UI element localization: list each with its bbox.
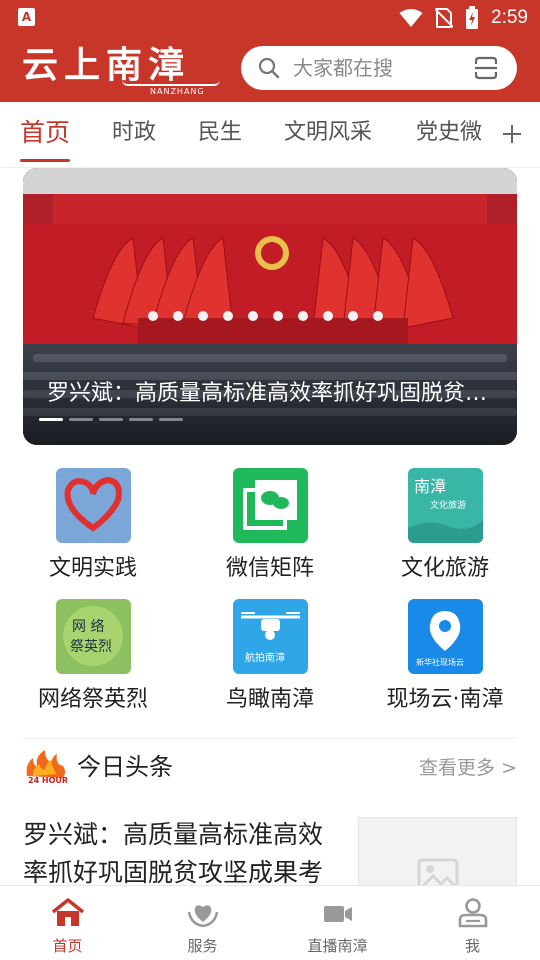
nav-label: 直播南漳 xyxy=(307,937,368,955)
search-bar[interactable]: 大家都在搜 xyxy=(241,46,517,90)
logo-subtitle: NANZHANG xyxy=(150,87,205,96)
shortcut-label: 网络祭英烈 xyxy=(37,687,148,712)
shortcut-civilization-practice[interactable]: 文明实践 xyxy=(8,468,178,588)
tab-politics[interactable]: 时政 xyxy=(112,116,156,150)
news-list-item[interactable]: 罗兴斌：高质量高标准高效率抓好巩固脱贫攻坚成果考核迎检工作 xyxy=(23,816,517,888)
carousel-dot xyxy=(99,418,123,421)
app-header: 云上南漳 NANZHANG 大家都在搜 xyxy=(0,36,540,102)
banner-carousel[interactable]: 罗兴斌：高质量高标准高效率抓好巩固脱贫攻坚成果考核迎检工作 xyxy=(23,168,517,445)
svg-text:新华社现场云: 新华社现场云 xyxy=(416,657,464,667)
person-icon xyxy=(458,898,488,928)
search-placeholder: 大家都在搜 xyxy=(293,56,393,80)
tab-livelihood[interactable]: 民生 xyxy=(198,116,242,150)
carousel-dot xyxy=(159,418,183,421)
shortcut-label: 鸟瞰南漳 xyxy=(225,687,314,712)
nav-live[interactable]: 直播南漳 xyxy=(270,886,405,960)
online-memorial-icon: 网 络祭英烈 xyxy=(56,599,131,674)
no-sim-icon xyxy=(435,8,454,28)
svg-text:24 HOUR: 24 HOUR xyxy=(28,776,67,784)
status-icons: 2:59 xyxy=(399,6,528,30)
svg-text:祭英烈: 祭英烈 xyxy=(70,638,112,655)
search-icon xyxy=(258,57,280,79)
nav-label: 服务 xyxy=(187,937,218,955)
carousel-dot xyxy=(39,418,63,421)
tab-home[interactable]: 首页 xyxy=(20,116,70,150)
app-notification-icon: A xyxy=(18,8,35,26)
shortcut-label: 文明实践 xyxy=(48,556,137,581)
news-title: 罗兴斌：高质量高标准高效率抓好巩固脱贫攻坚成果考核迎检工作 xyxy=(23,820,324,887)
shortcut-grid: 文明实践 微信矩阵 南漳文化旅游 文化旅游 网 络祭英烈 网络祭英烈 航拍南漳 … xyxy=(0,468,540,718)
location-pin-icon: 新华社现场云 xyxy=(408,599,483,674)
culture-tourism-icon: 南漳文化旅游 xyxy=(408,468,483,543)
home-icon xyxy=(51,898,85,926)
headline-section-header: 24 HOUR 今日头条 查看更多 > xyxy=(23,746,517,790)
shortcut-wechat-matrix[interactable]: 微信矩阵 xyxy=(185,468,355,588)
svg-text:航拍南漳: 航拍南漳 xyxy=(245,651,285,664)
app-screen: A 2:59 云上南漳 NANZHANG 大家都在搜 首页 时政 民生 文明风采… xyxy=(0,0,540,960)
see-more-link[interactable]: 查看更多 > xyxy=(419,754,517,782)
news-thumbnail xyxy=(358,817,517,888)
shortcut-culture-tourism[interactable]: 南漳文化旅游 文化旅游 xyxy=(360,468,530,588)
bottom-navigation: 首页 服务 直播南漳 我 xyxy=(0,885,540,960)
carousel-dot xyxy=(69,418,93,421)
nav-service[interactable]: 服务 xyxy=(135,886,270,960)
carousel-indicator xyxy=(39,418,183,421)
nav-me[interactable]: 我 xyxy=(405,886,540,960)
svg-text:文化旅游: 文化旅游 xyxy=(430,499,466,511)
headline-title: 今日头条 xyxy=(77,753,173,781)
carousel-dot xyxy=(129,418,153,421)
fire-icon: 24 HOUR xyxy=(26,750,67,784)
drone-icon: 航拍南漳 xyxy=(233,599,308,674)
shortcut-online-memorial[interactable]: 网 络祭英烈 网络祭英烈 xyxy=(8,599,178,719)
svg-text:网 络: 网 络 xyxy=(72,619,104,635)
video-camera-icon xyxy=(324,906,352,922)
shortcut-aerial-view[interactable]: 航拍南漳 鸟瞰南漳 xyxy=(185,599,355,719)
image-placeholder-icon xyxy=(417,858,459,888)
tab-civilization[interactable]: 文明风采 xyxy=(284,116,372,150)
status-time: 2:59 xyxy=(491,7,528,28)
status-bar: A 2:59 xyxy=(0,0,540,36)
channel-tabs: 首页 时政 民生 文明风采 党史微 xyxy=(0,102,540,168)
wifi-icon xyxy=(399,9,423,27)
section-divider xyxy=(23,738,517,739)
logo-swoosh xyxy=(122,80,220,86)
nav-home[interactable]: 首页 xyxy=(0,886,135,960)
shortcut-label: 现场云·南漳 xyxy=(386,687,504,712)
service-icon xyxy=(187,905,219,928)
app-logo: 云上南漳 NANZHANG xyxy=(22,40,222,98)
shortcut-label: 文化旅游 xyxy=(400,556,489,581)
active-tab-indicator xyxy=(20,159,70,162)
civilization-practice-icon xyxy=(56,468,131,543)
banner-title[interactable]: 罗兴斌：高质量高标准高效率抓好巩固脱贫攻坚成果考核迎检工作 xyxy=(47,378,497,410)
add-channel-icon[interactable] xyxy=(502,124,522,144)
shortcut-label: 微信矩阵 xyxy=(225,556,314,581)
nav-label: 首页 xyxy=(52,937,83,955)
svg-text:南漳: 南漳 xyxy=(414,477,446,496)
battery-charging-icon xyxy=(466,6,479,29)
nav-label: 我 xyxy=(464,937,480,955)
shortcut-live-cloud[interactable]: 新华社现场云 现场云·南漳 xyxy=(360,599,530,719)
tab-party-history[interactable]: 党史微 xyxy=(416,116,482,150)
scan-icon[interactable] xyxy=(473,55,499,81)
wechat-matrix-icon xyxy=(233,468,308,543)
